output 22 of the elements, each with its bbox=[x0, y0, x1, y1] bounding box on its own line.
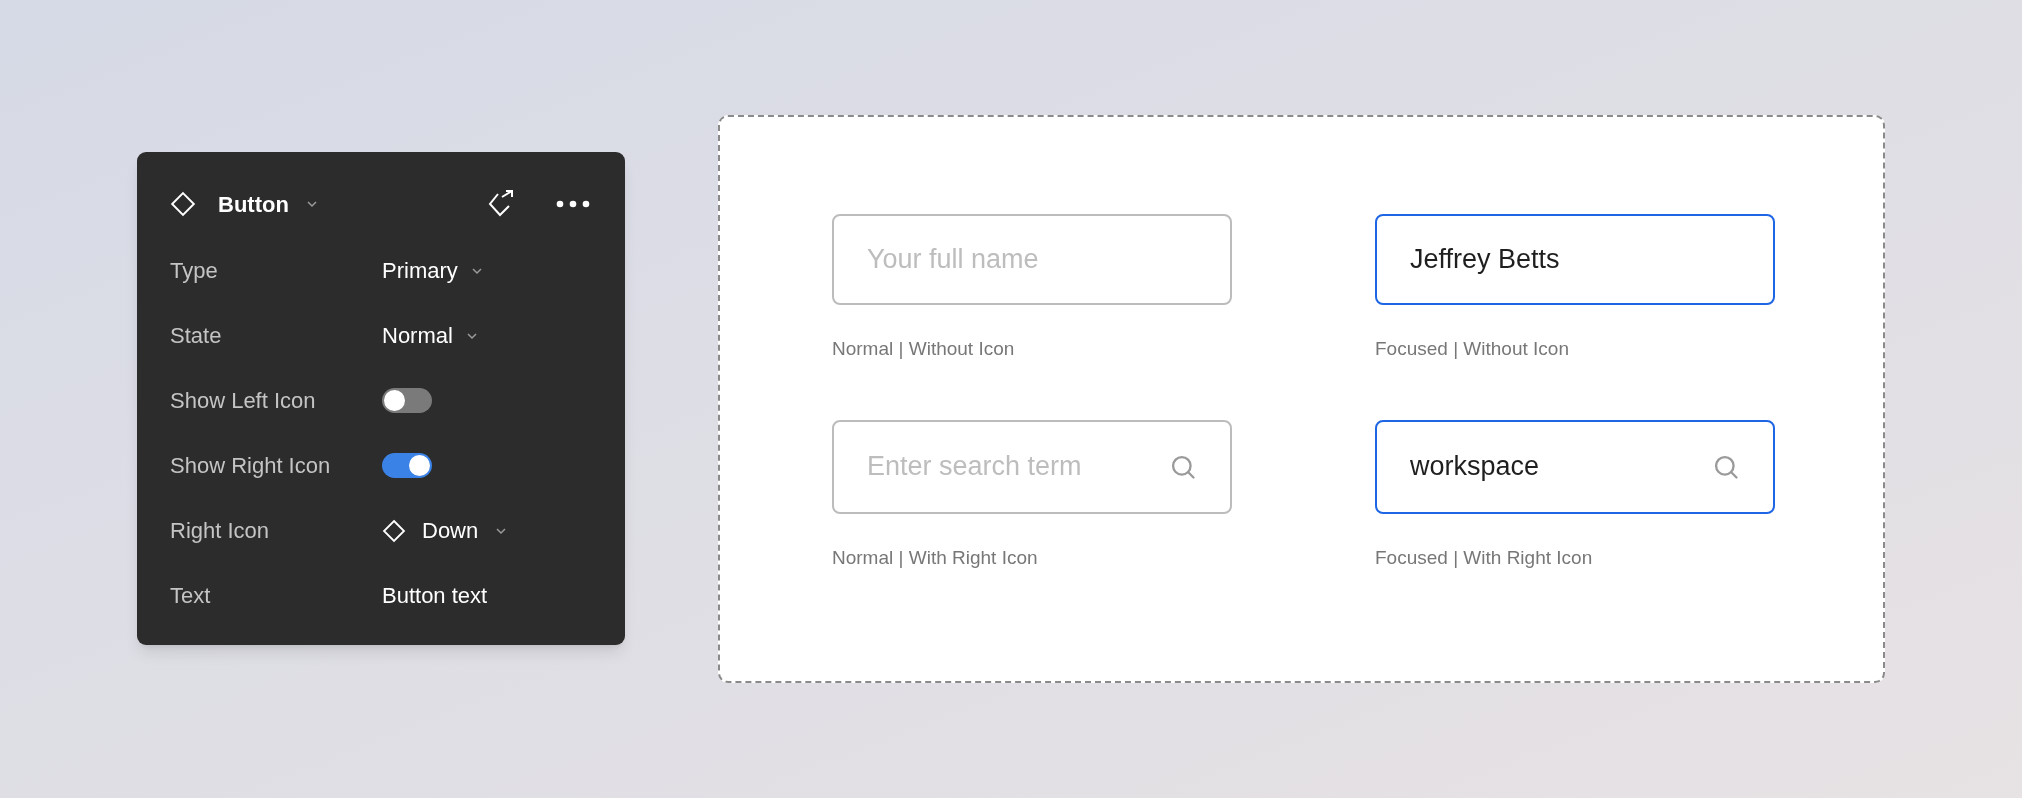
property-dropdown[interactable]: Normal bbox=[382, 319, 479, 352]
toggle-switch[interactable] bbox=[382, 388, 432, 413]
property-dropdown[interactable]: Primary bbox=[382, 254, 484, 287]
input-field[interactable]: Jeffrey Betts bbox=[1375, 214, 1775, 305]
toggle-switch[interactable] bbox=[382, 453, 432, 478]
field-caption: Normal | Without Icon bbox=[832, 337, 1016, 361]
component-name-dropdown[interactable]: Button bbox=[218, 187, 319, 221]
property-label: Text bbox=[170, 582, 212, 610]
property-label: State bbox=[170, 322, 223, 350]
property-value[interactable]: Button text bbox=[382, 579, 488, 612]
property-label: Show Right Icon bbox=[170, 452, 332, 480]
diamond-icon bbox=[382, 518, 406, 543]
property-label: Show Left Icon bbox=[170, 387, 317, 415]
property-dropdown[interactable]: Down bbox=[382, 514, 509, 547]
field-caption: Focused | With Right Icon bbox=[1375, 545, 1594, 570]
search-field[interactable]: workspace bbox=[1375, 419, 1775, 514]
property-label: Right Icon bbox=[170, 517, 271, 545]
field-caption: Focused | Without Icon bbox=[1375, 337, 1570, 361]
field-caption: Normal | With Right Icon bbox=[832, 545, 1039, 570]
component-icon bbox=[170, 191, 196, 217]
property-label: Type bbox=[170, 257, 219, 285]
more-icon[interactable] bbox=[556, 200, 590, 208]
